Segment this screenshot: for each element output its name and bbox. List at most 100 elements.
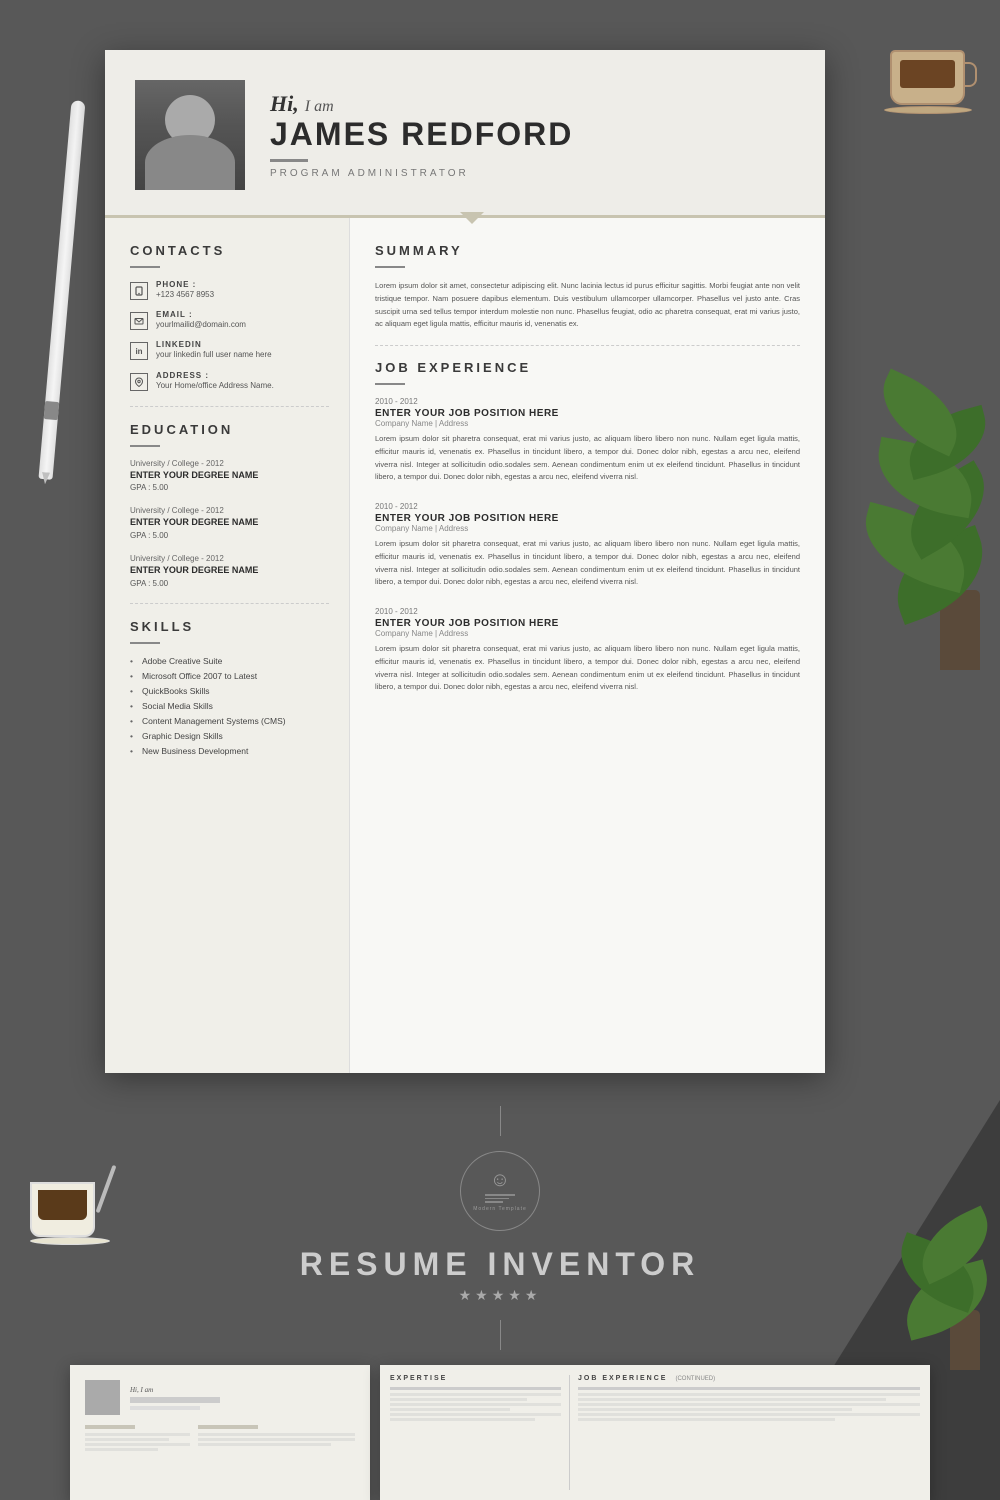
skills-title: SKILLS	[130, 619, 329, 634]
job-title-1: ENTER YOUR JOB POSITION HERE	[375, 408, 800, 419]
greeting-hi: Hi,	[270, 91, 299, 117]
edu-year-3: University / College - 2012	[130, 554, 329, 563]
preview-job-exp-col: JOB EXPERIENCE (CONTINUED)	[578, 1375, 920, 1490]
summary-section: SUMMARY Lorem ipsum dolor sit amet, cons…	[375, 243, 800, 331]
col-separator-triangle	[460, 212, 484, 224]
job-exp-preview-label: JOB EXPERIENCE (CONTINUED)	[578, 1375, 920, 1387]
linkedin-label: LINKEDIN	[156, 340, 272, 349]
job-desc-2: Lorem ipsum dolor sit pharetra consequat…	[375, 538, 800, 589]
job-desc-3: Lorem ipsum dolor sit pharetra consequat…	[375, 643, 800, 694]
contacts-title: CONTACTS	[130, 243, 329, 258]
skill-2: Microsoft Office 2007 to Latest	[130, 671, 329, 681]
email-icon	[130, 312, 148, 330]
brand-circle: ☺ Modern Template	[460, 1151, 540, 1231]
job-item-3: 2010 - 2012 ENTER YOUR JOB POSITION HERE…	[375, 607, 800, 694]
brand-line-top	[500, 1106, 501, 1136]
skills-divider	[130, 642, 160, 644]
preview-left: Hi, I am	[70, 1365, 370, 1500]
skill-1: Adobe Creative Suite	[130, 656, 329, 666]
resume-header: Hi, I am JAMES REDFORD PROGRAM ADMINISTR…	[105, 50, 825, 218]
expertise-label: EXPERTISE	[390, 1375, 561, 1382]
job-company-1: Company Name | Address	[375, 419, 800, 428]
edu-year-2: University / College - 2012	[130, 506, 329, 515]
preview-right: EXPERTISE JOB EXPERIENCE (CONTINUED)	[380, 1365, 930, 1500]
edu-gpa-1: GPA : 5.00	[130, 483, 329, 492]
greeting-line: Hi, I am	[270, 91, 573, 117]
edu-gpa-2: GPA : 5.00	[130, 531, 329, 540]
greeting-suffix: I am	[305, 98, 334, 116]
contacts-divider	[130, 266, 160, 268]
brand-circle-text: Modern Template	[473, 1206, 527, 1212]
contact-linkedin: in LINKEDIN your linkedin full user name…	[130, 340, 329, 360]
email-value: yourlmailid@domain.com	[156, 319, 246, 330]
phone-label: PHONE :	[156, 280, 214, 289]
education-divider	[130, 445, 160, 447]
address-icon	[130, 373, 148, 391]
contact-email: EMAIL : yourlmailid@domain.com	[130, 310, 329, 330]
skill-6: Graphic Design Skills	[130, 731, 329, 741]
job-years-2: 2010 - 2012	[375, 502, 800, 511]
edu-degree-3: ENTER YOUR DEGREE NAME	[130, 565, 329, 577]
job-title: PROGRAM ADMINISTRATOR	[270, 168, 573, 179]
left-column: CONTACTS PHONE : +123 4567 8953	[105, 218, 350, 1073]
job-years-1: 2010 - 2012	[375, 397, 800, 406]
job-item-1: 2010 - 2012 ENTER YOUR JOB POSITION HERE…	[375, 397, 800, 484]
brand-name: RESUME INVENTOR	[300, 1246, 701, 1283]
edu-degree-1: ENTER YOUR DEGREE NAME	[130, 470, 329, 482]
edu-item-1: University / College - 2012 ENTER YOUR D…	[130, 459, 329, 493]
contact-address: ADDRESS : Your Home/office Address Name.	[130, 371, 329, 391]
education-section: EDUCATION University / College - 2012 EN…	[130, 422, 329, 588]
address-value: Your Home/office Address Name.	[156, 380, 274, 391]
edu-gpa-3: GPA : 5.00	[130, 579, 329, 588]
job-title-2: ENTER YOUR JOB POSITION HERE	[375, 513, 800, 524]
job-exp-title: JOB EXPERIENCE	[375, 360, 800, 375]
bottom-previews: Hi, I am EXPERTISE	[0, 1365, 1000, 1500]
preview-greeting: Hi, I am	[130, 1386, 220, 1394]
edu-item-3: University / College - 2012 ENTER YOUR D…	[130, 554, 329, 588]
brand-line-bottom	[500, 1320, 501, 1350]
contact-phone: PHONE : +123 4567 8953	[130, 280, 329, 300]
plant-top-right	[830, 350, 1000, 670]
edu-year-1: University / College - 2012	[130, 459, 329, 468]
preview-name-bar	[130, 1397, 220, 1403]
header-text: Hi, I am JAMES REDFORD PROGRAM ADMINISTR…	[270, 91, 573, 178]
right-column: SUMMARY Lorem ipsum dolor sit amet, cons…	[350, 218, 825, 1073]
education-title: EDUCATION	[130, 422, 329, 437]
summary-divider	[375, 266, 405, 268]
job-years-3: 2010 - 2012	[375, 607, 800, 616]
edu-item-2: University / College - 2012 ENTER YOUR D…	[130, 506, 329, 540]
job-desc-1: Lorem ipsum dolor sit pharetra consequat…	[375, 433, 800, 484]
linkedin-value: your linkedin full user name here	[156, 349, 272, 360]
contacts-section: CONTACTS PHONE : +123 4567 8953	[130, 243, 329, 391]
skills-section: SKILLS Adobe Creative Suite Microsoft Of…	[130, 619, 329, 756]
phone-icon	[130, 282, 148, 300]
address-label: ADDRESS :	[156, 371, 274, 380]
brand-stars: ★★★★★	[459, 1288, 542, 1305]
edu-skills-divider	[130, 603, 329, 604]
skill-3: QuickBooks Skills	[130, 686, 329, 696]
job-item-2: 2010 - 2012 ENTER YOUR JOB POSITION HERE…	[375, 502, 800, 589]
contacts-edu-divider	[130, 406, 329, 407]
job-exp-divider	[375, 383, 405, 385]
phone-value: +123 4567 8953	[156, 289, 214, 300]
summary-job-divider	[375, 345, 800, 346]
linkedin-icon: in	[130, 342, 148, 360]
skill-7: New Business Development	[130, 746, 329, 756]
summary-title: SUMMARY	[375, 243, 800, 258]
job-company-2: Company Name | Address	[375, 524, 800, 533]
preview-expertise-col: EXPERTISE	[390, 1375, 561, 1490]
brand-person-icon: ☺	[490, 1170, 510, 1190]
email-label: EMAIL :	[156, 310, 246, 319]
preview-divider-vertical	[569, 1375, 570, 1490]
skill-5: Content Management Systems (CMS)	[130, 716, 329, 726]
full-name: JAMES REDFORD	[270, 117, 573, 152]
resume-paper: Hi, I am JAMES REDFORD PROGRAM ADMINISTR…	[105, 50, 825, 1070]
job-title-3: ENTER YOUR JOB POSITION HERE	[375, 618, 800, 629]
avatar	[135, 80, 245, 190]
summary-text: Lorem ipsum dolor sit amet, consectetur …	[375, 280, 800, 331]
coffee-cup-top-right	[890, 50, 965, 115]
edu-degree-2: ENTER YOUR DEGREE NAME	[130, 517, 329, 529]
name-divider	[270, 159, 308, 162]
job-experience-section: JOB EXPERIENCE 2010 - 2012 ENTER YOUR JO…	[375, 360, 800, 694]
job-company-3: Company Name | Address	[375, 629, 800, 638]
